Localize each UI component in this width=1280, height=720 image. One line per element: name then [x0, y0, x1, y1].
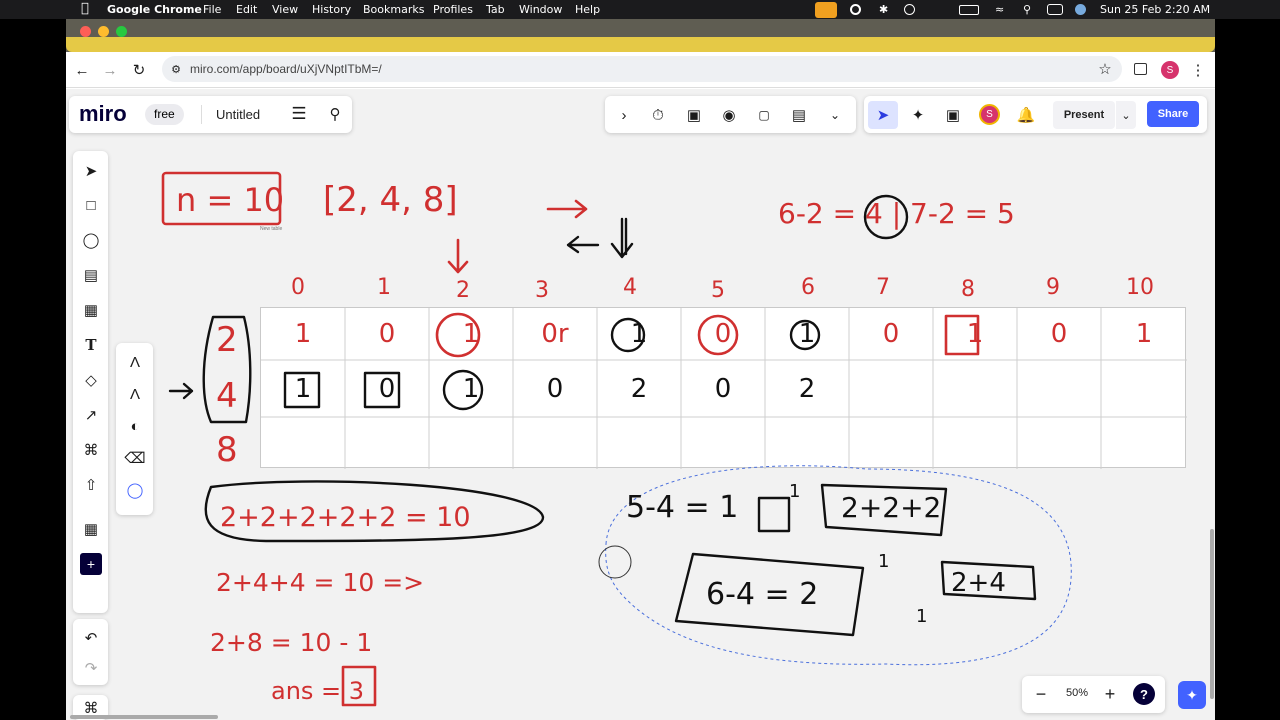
siri-icon[interactable]	[1075, 4, 1086, 15]
row-arrow	[168, 382, 194, 400]
tab-highlight-bar	[66, 37, 1215, 52]
answer-box	[757, 496, 791, 533]
menu-view[interactable]: View	[272, 3, 298, 16]
annotation: 1	[789, 481, 800, 502]
browser-toolbar: ← → ↻ ⚙ miro.com/app/board/uXjVNptITbM=/…	[66, 52, 1215, 88]
right-formula: 5-4 = 1	[626, 490, 738, 525]
cell-circle	[442, 369, 484, 411]
menu-bookmarks[interactable]: Bookmarks	[363, 3, 424, 16]
n-label: n = 10	[176, 181, 284, 219]
site-settings-icon[interactable]: ⚙	[168, 61, 184, 77]
record-icon[interactable]	[850, 4, 861, 15]
row-label: 4	[216, 376, 238, 416]
url-text[interactable]: miro.com/app/board/uXjVNptITbM=/	[190, 62, 382, 76]
horizontal-scrollbar[interactable]	[70, 715, 218, 719]
cell-circle	[697, 314, 739, 356]
cell-circle	[435, 312, 481, 358]
col-header: 7	[876, 275, 890, 300]
help-button[interactable]: ?	[1133, 683, 1155, 705]
cell-box	[363, 371, 401, 409]
arrow-down-black	[610, 217, 634, 259]
menu-profiles[interactable]: Profiles	[433, 3, 473, 16]
browser-window: ← → ↻ ⚙ miro.com/app/board/uXjVNptITbM=/…	[66, 19, 1215, 720]
cell-box	[944, 314, 980, 356]
arrow-down-red	[447, 238, 469, 274]
col-header: 2	[456, 278, 470, 303]
bookmark-star-icon[interactable]: ☆	[1096, 60, 1114, 78]
right-formula: 6-4 = 2	[706, 577, 818, 612]
macos-menubar:  Google Chrome File Edit View History B…	[0, 0, 1280, 19]
left-formula: 2+8 = 10 - 1	[210, 628, 372, 657]
arrow-left	[566, 235, 600, 254]
forward-icon[interactable]: →	[100, 60, 120, 80]
miro-board-canvas[interactable]: miro free Untitled ☰ ⚲ › ⏱ ▣ ◉ ▢ ▤ ⌄ ➤ ✦…	[66, 89, 1215, 720]
left-formula: ans = 3	[271, 677, 364, 705]
menu-history[interactable]: History	[312, 3, 351, 16]
zoom-panel: − 50% + ?	[1022, 676, 1165, 713]
row-label: 2	[216, 320, 238, 360]
annotation: 1	[878, 551, 889, 572]
wifi-icon[interactable]: ≈	[995, 3, 1004, 16]
menu-window[interactable]: Window	[519, 3, 562, 16]
apple-icon[interactable]: 	[81, 1, 89, 16]
top-right-formula: 6-2 = 4 | 7-2 = 5	[778, 197, 1015, 230]
kebab-menu-icon[interactable]: ⋮	[1188, 60, 1208, 80]
left-formula: 2+4+4 = 10 =>	[216, 568, 424, 597]
cell-circle	[789, 319, 821, 351]
microphone-icon[interactable]	[815, 2, 837, 18]
cursor-circle	[598, 545, 632, 579]
col-header: 10	[1126, 275, 1154, 300]
reload-icon[interactable]: ↻	[129, 60, 149, 80]
col-header: 4	[623, 275, 637, 300]
zoom-in-icon[interactable]: +	[1100, 684, 1120, 704]
col-header: 8	[961, 277, 975, 302]
col-header: 0	[291, 275, 305, 300]
play-icon[interactable]	[904, 4, 915, 15]
address-bar[interactable]: ⚙ miro.com/app/board/uXjVNptITbM=/ ☆	[162, 56, 1122, 82]
cell-circle	[610, 317, 646, 353]
zoom-level[interactable]: 50%	[1066, 687, 1088, 699]
col-header: 9	[1046, 275, 1060, 300]
menu-file[interactable]: File	[203, 3, 221, 16]
right-formula: 2+4	[951, 568, 1006, 598]
control-center-icon[interactable]	[1047, 4, 1063, 15]
row-label: 8	[216, 430, 238, 470]
annotation: 1	[916, 606, 927, 627]
window-close-button[interactable]	[80, 26, 91, 37]
col-header: 5	[711, 278, 725, 303]
handwriting-layer: n = 10 [2, 4, 8] 6-2 = 4 | 7-2 = 5 0 1 2…	[161, 171, 1154, 707]
right-formula: 2+2+2	[841, 491, 941, 524]
spotlight-icon[interactable]: ⚲	[1023, 3, 1031, 16]
vertical-scrollbar[interactable]	[1210, 529, 1214, 699]
ai-assist-icon[interactable]: ✦	[1178, 681, 1206, 709]
window-maximize-button[interactable]	[116, 26, 127, 37]
array-label: [2, 4, 8]	[323, 180, 458, 220]
menu-edit[interactable]: Edit	[236, 3, 257, 16]
col-header: 6	[801, 275, 815, 300]
bluetooth-icon[interactable]: ✱	[879, 3, 888, 16]
menu-tab[interactable]: Tab	[486, 3, 505, 16]
menubar-app-name[interactable]: Google Chrome	[107, 3, 202, 16]
col-header: 1	[377, 275, 391, 300]
zoom-out-icon[interactable]: −	[1031, 684, 1051, 704]
arrow-right	[546, 199, 588, 219]
profile-avatar[interactable]: S	[1161, 61, 1179, 79]
menu-help[interactable]: Help	[575, 3, 600, 16]
battery-icon[interactable]	[959, 5, 979, 15]
back-icon[interactable]: ←	[72, 60, 92, 80]
tab-strip	[66, 19, 1215, 52]
col-header: 3	[535, 278, 549, 303]
left-formula: 2+2+2+2+2 = 10	[220, 502, 471, 533]
menubar-datetime[interactable]: Sun 25 Feb 2:20 AM	[1100, 3, 1210, 16]
side-panel-icon[interactable]	[1134, 63, 1147, 75]
window-minimize-button[interactable]	[98, 26, 109, 37]
cell-box	[283, 371, 321, 409]
